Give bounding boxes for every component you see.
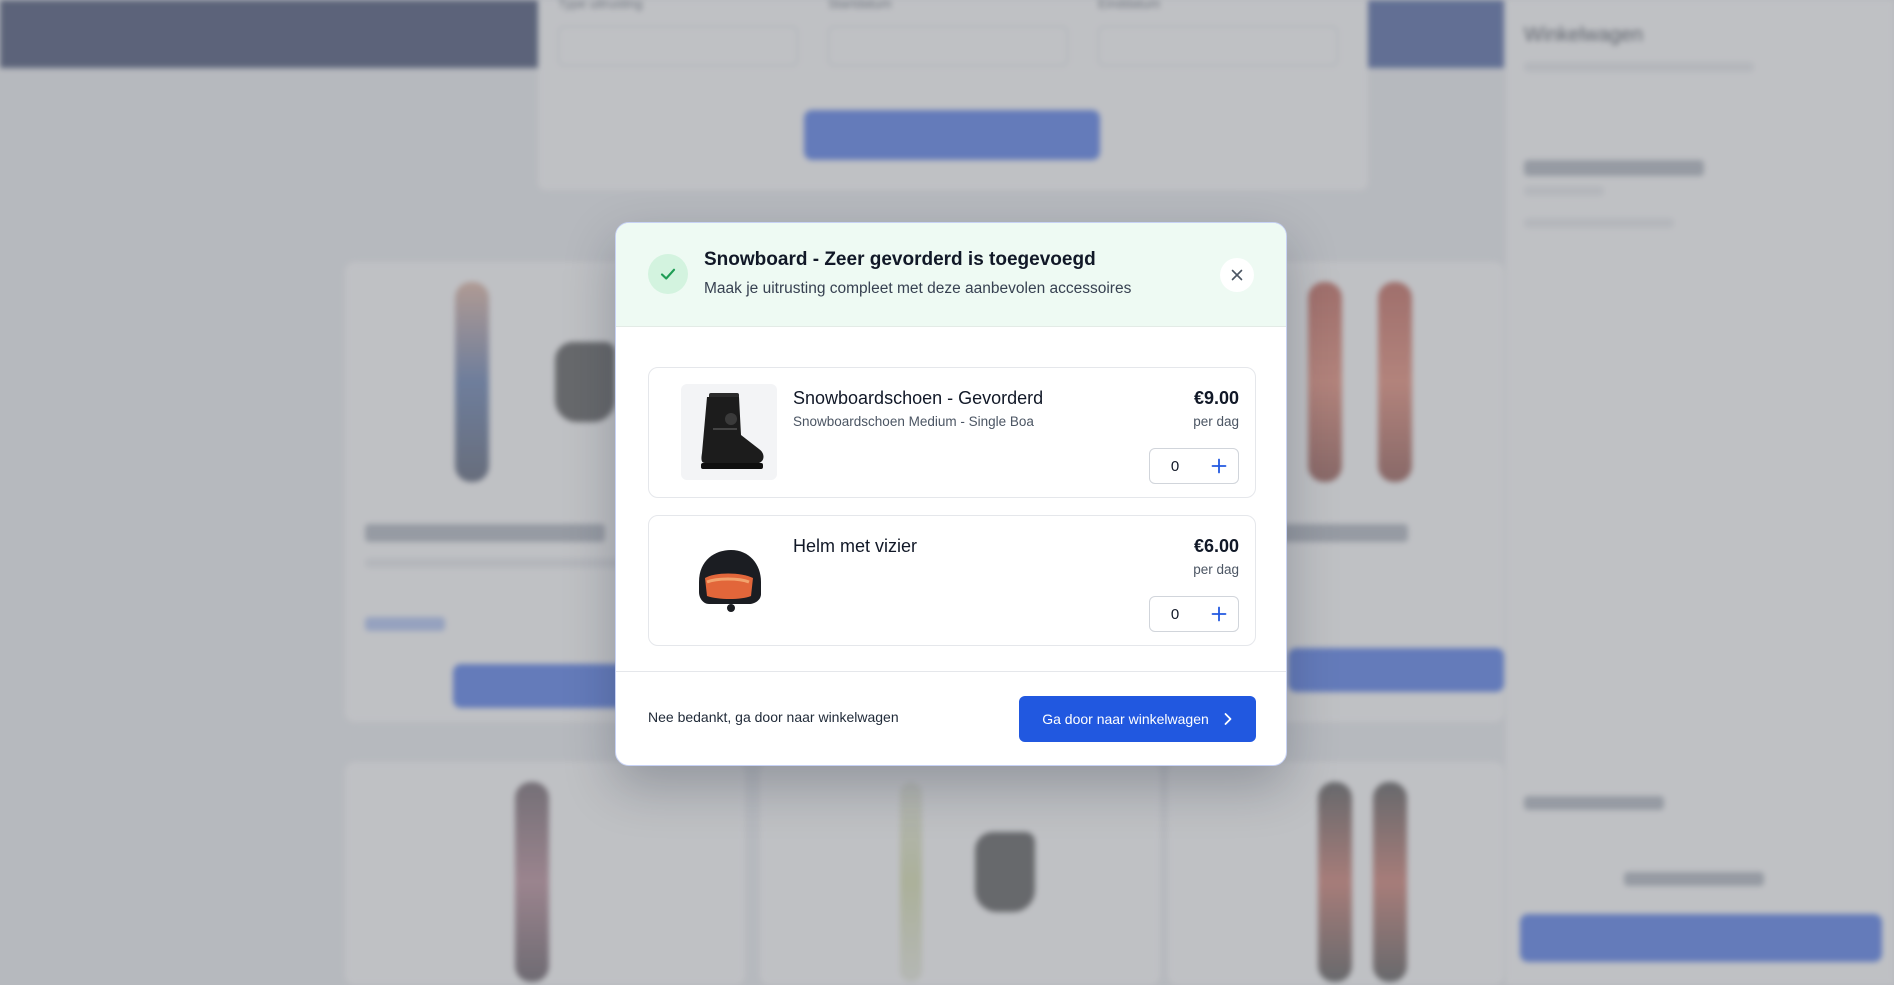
- snowboard-boot-icon: [681, 384, 777, 480]
- close-button[interactable]: [1220, 258, 1254, 292]
- accessory-price: €6.00: [1193, 536, 1239, 556]
- skip-link[interactable]: Nee bedankt, ga door naar winkelwagen: [648, 709, 899, 725]
- accessory-price-unit: per dag: [1193, 414, 1239, 429]
- plus-icon[interactable]: [1200, 449, 1238, 483]
- accessory-name: Helm met vizier: [793, 536, 918, 556]
- accessory-name: Snowboardschoen - Gevorderd: [793, 388, 1044, 408]
- accessory-price: €9.00: [1193, 388, 1239, 408]
- quantity-stepper: 0: [1149, 448, 1239, 484]
- modal-title: Snowboard - Zeer gevorderd is toegevoegd: [704, 249, 1096, 270]
- accessory-price-unit: per dag: [1193, 562, 1239, 577]
- modal-header: Snowboard - Zeer gevorderd is toegevoegd…: [616, 223, 1286, 327]
- quantity-stepper: 0: [1149, 596, 1239, 632]
- check-icon: [648, 254, 688, 294]
- helmet-icon: [681, 532, 777, 628]
- modal-footer: Nee bedankt, ga door naar winkelwagen Ga…: [616, 671, 1286, 765]
- upsell-modal: Snowboard - Zeer gevorderd is toegevoegd…: [615, 222, 1287, 766]
- chevron-right-icon: [1224, 713, 1232, 725]
- quantity-value[interactable]: 0: [1150, 458, 1200, 475]
- accessory-card: Helm met vizier €6.00 per dag 0: [648, 515, 1256, 646]
- close-icon: [1231, 269, 1243, 281]
- continue-to-cart-button[interactable]: Ga door naar winkelwagen: [1019, 696, 1256, 742]
- plus-icon[interactable]: [1200, 597, 1238, 631]
- continue-label: Ga door naar winkelwagen: [1042, 711, 1209, 727]
- modal-subtitle: Maak je uitrusting compleet met deze aan…: [704, 280, 1132, 297]
- quantity-value[interactable]: 0: [1150, 606, 1200, 623]
- accessory-description: Snowboardschoen Medium - Single Boa: [793, 414, 1034, 429]
- accessory-card: Snowboardschoen - Gevorderd Snowboardsch…: [648, 367, 1256, 498]
